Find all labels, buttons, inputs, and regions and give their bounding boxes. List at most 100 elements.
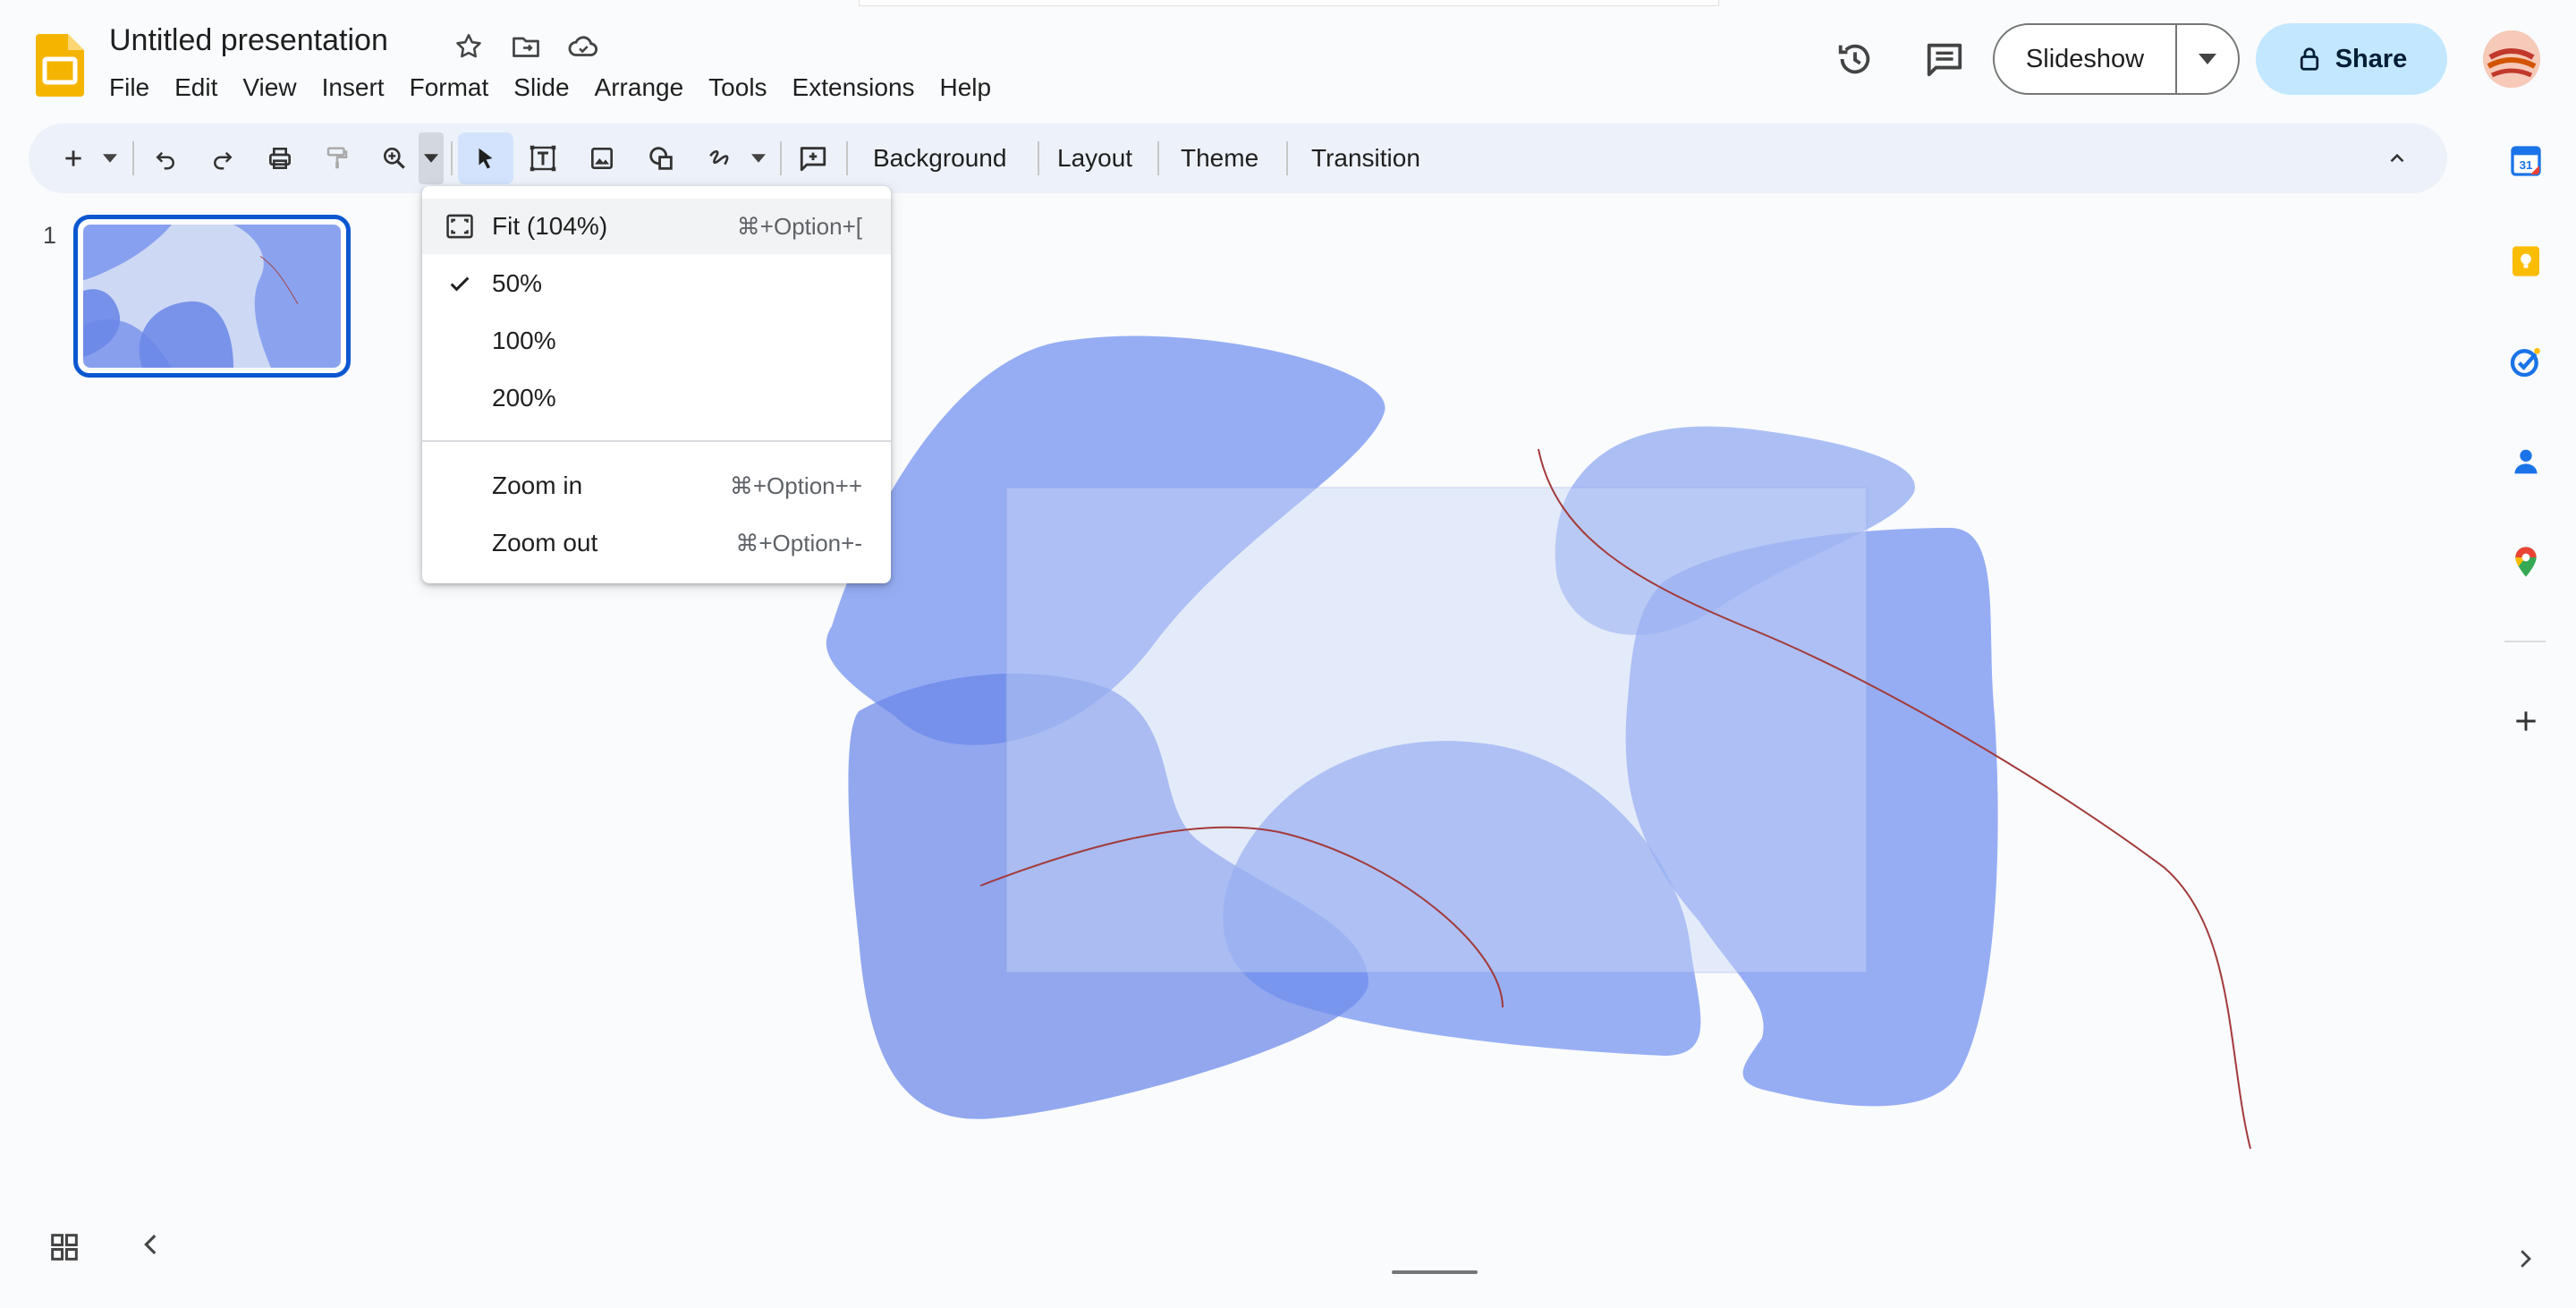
- slides-logo-icon[interactable]: [36, 34, 84, 97]
- share-label: Share: [2334, 44, 2408, 73]
- calendar-icon[interactable]: 31: [2501, 136, 2551, 186]
- hide-menus-button[interactable]: [2379, 132, 2415, 184]
- speaker-notes-handle[interactable]: [1392, 1270, 1478, 1274]
- zoom-fit-item[interactable]: Fit (104%) ⌘+Option+[: [422, 199, 891, 254]
- menu-file[interactable]: File: [97, 70, 162, 107]
- caret-down-icon: [103, 154, 117, 163]
- select-tool-button[interactable]: [458, 132, 513, 184]
- avatar[interactable]: [2483, 30, 2540, 88]
- new-slide-button[interactable]: [54, 132, 93, 184]
- tasks-icon[interactable]: [2501, 336, 2551, 386]
- plus-icon: [2516, 711, 2536, 731]
- zoom-dropdown-button[interactable]: [419, 132, 444, 184]
- version-history-icon[interactable]: [1830, 34, 1880, 84]
- zoom-200-item[interactable]: 200%: [422, 370, 891, 426]
- slide-canvas[interactable]: [0, 206, 2487, 1244]
- move-folder-icon[interactable]: [506, 27, 546, 66]
- menu-insert[interactable]: Insert: [309, 70, 397, 107]
- zoom-menu: Fit (104%) ⌘+Option+[ 50% 100% 200% Zoom…: [422, 186, 891, 583]
- new-slide-layout-dropdown[interactable]: [97, 132, 123, 184]
- toolbar-divider: [846, 141, 848, 175]
- toolbar-divider: [132, 141, 134, 175]
- undo-icon: [156, 151, 174, 170]
- menu-extensions[interactable]: Extensions: [780, 70, 928, 107]
- print-button[interactable]: [259, 132, 301, 184]
- get-addons-button[interactable]: [2501, 696, 2551, 746]
- document-title[interactable]: Untitled presentation: [109, 23, 388, 58]
- zoom-100-item[interactable]: 100%: [422, 313, 891, 369]
- cloud-saved-icon[interactable]: [564, 27, 603, 66]
- zoom-out-label: Zoom out: [492, 529, 598, 556]
- caret-down-icon: [751, 154, 766, 163]
- side-panel-divider: [2504, 641, 2546, 642]
- undo-button[interactable]: [145, 132, 186, 184]
- grid-view-icon: [51, 1234, 78, 1261]
- toolbar-divider: [1038, 141, 1039, 175]
- comments-icon[interactable]: [1919, 34, 1970, 84]
- chevron-left-icon: [144, 1234, 157, 1255]
- zoom-in-label: Zoom in: [492, 471, 583, 499]
- zoom-out-item[interactable]: Zoom out ⌘+Option+-: [422, 515, 891, 571]
- zoom-100-label: 100%: [492, 327, 556, 354]
- contacts-icon[interactable]: [2501, 437, 2551, 487]
- menu-slide[interactable]: Slide: [501, 70, 581, 107]
- check-icon: [442, 266, 478, 302]
- zoom-200-label: 200%: [492, 384, 556, 412]
- toolbar-divider: [1286, 141, 1288, 175]
- menu-arrange[interactable]: Arrange: [582, 70, 697, 107]
- menu-view[interactable]: View: [230, 70, 309, 107]
- insert-image-button[interactable]: [581, 132, 623, 184]
- zoom-fit-label: Fit (104%): [492, 212, 608, 240]
- chevron-up-icon: [2390, 153, 2404, 163]
- zoom-in-item[interactable]: Zoom in ⌘+Option++: [422, 458, 891, 514]
- zoom-in-icon: [384, 148, 405, 169]
- menu-format[interactable]: Format: [397, 70, 502, 107]
- shape-button[interactable]: [640, 132, 682, 184]
- slide-placeholder-rect[interactable]: [1005, 487, 1868, 973]
- browser-tab-strip: [859, 0, 1719, 6]
- maps-icon[interactable]: [2501, 537, 2551, 587]
- menu-tools[interactable]: Tools: [696, 70, 779, 107]
- line-tool-button[interactable]: [699, 132, 741, 184]
- menu-help[interactable]: Help: [928, 70, 1004, 107]
- insert-comment-button[interactable]: [791, 132, 835, 184]
- transition-button[interactable]: Transition: [1295, 132, 1436, 184]
- show-side-panel-button[interactable]: [2512, 1245, 2544, 1278]
- caret-down-icon: [424, 154, 438, 163]
- zoom-fit-shortcut: ⌘+Option+[: [736, 212, 862, 240]
- svg-text:31: 31: [2520, 158, 2533, 172]
- collapse-filmstrip-button[interactable]: [136, 1229, 172, 1265]
- add-comment-icon: [800, 147, 826, 172]
- zoom-50-label: 50%: [492, 269, 543, 297]
- paint-format-button[interactable]: [317, 132, 358, 184]
- toolbar-divider: [451, 141, 453, 175]
- zoom-out-shortcut: ⌘+Option+-: [735, 529, 862, 556]
- text-box-button[interactable]: [522, 132, 564, 184]
- background-button[interactable]: Background: [857, 132, 1022, 184]
- lock-icon: [2300, 47, 2318, 71]
- image-icon: [591, 148, 613, 169]
- layout-button[interactable]: Layout: [1041, 132, 1148, 184]
- slideshow-options-button[interactable]: [2177, 25, 2238, 93]
- toolbar-divider: [1157, 141, 1159, 175]
- scribble-line-icon: [709, 150, 729, 166]
- toolbar-divider: [780, 141, 782, 175]
- redo-icon: [214, 151, 233, 170]
- zoom-in-shortcut: ⌘+Option++: [729, 471, 862, 499]
- redo-button[interactable]: [202, 132, 243, 184]
- grid-view-button[interactable]: [47, 1229, 82, 1265]
- zoom-button[interactable]: [374, 132, 415, 184]
- slideshow-button[interactable]: Slideshow: [1995, 25, 2177, 93]
- star-icon[interactable]: [449, 27, 488, 66]
- print-icon: [269, 148, 291, 169]
- keep-icon[interactable]: [2501, 236, 2551, 286]
- plus-icon: [65, 150, 81, 166]
- menu-divider: [422, 440, 891, 442]
- menu-edit[interactable]: Edit: [162, 70, 230, 107]
- text-box-icon: [530, 145, 556, 172]
- share-button[interactable]: Share: [2256, 23, 2447, 95]
- theme-button[interactable]: Theme: [1165, 132, 1275, 184]
- line-tool-dropdown[interactable]: [746, 132, 771, 184]
- zoom-50-item[interactable]: 50%: [422, 256, 891, 311]
- chevron-right-icon: [2521, 1250, 2531, 1268]
